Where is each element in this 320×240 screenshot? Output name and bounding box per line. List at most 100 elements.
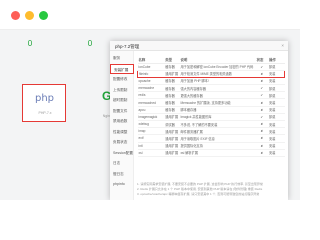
extension-action-link[interactable]: 安装 <box>268 142 285 150</box>
extension-description: 用于检测文件 MIME 类型的相关函数 <box>179 69 256 78</box>
extension-action-link[interactable]: 安装 <box>268 134 285 143</box>
sidebar-item[interactable]: 配置文件 <box>110 106 134 116</box>
sidebar-item[interactable]: 慢日志 <box>110 169 134 179</box>
extension-name: imagemagick <box>137 113 165 122</box>
table-row: imagemagick 通用扩展 Imagick 高性能图形库 ✔ 卸载 <box>137 113 285 122</box>
table-header-row: 名称 类型 说明 状态 操作 <box>137 56 285 64</box>
notes-section: 1. 请按实际需求安装扩展, 不要安装不必要的 PHP 扩展, 这会影响 PHP… <box>137 182 285 197</box>
status-icon: ✘ <box>255 120 268 129</box>
extension-type: 缓存器 <box>164 77 180 86</box>
extension-action-link[interactable]: 卸载 <box>268 63 285 71</box>
extension-description: 不多说, 不了解的不要安装 <box>179 120 256 129</box>
column-header-description: 说明 <box>179 56 256 64</box>
close-icon[interactable]: × <box>281 43 284 48</box>
extension-description: 更强大的缓存器 <box>179 91 256 100</box>
sidebar-item[interactable]: phpinfo <box>110 179 134 189</box>
status-icon: ✔ <box>255 63 268 71</box>
table-row: fileinfo 通用扩展 用于检测文件 MIME 类型的相关函数 ✘ 安装 <box>137 69 285 78</box>
status-icon: ✘ <box>255 149 268 157</box>
status-icon: ✘ <box>255 77 268 86</box>
extension-name: redis <box>137 91 165 100</box>
sidebar-item[interactable]: 服务 <box>110 53 134 63</box>
extension-action-link[interactable]: 安装 <box>268 120 285 129</box>
status-icon: ✔ <box>255 91 268 100</box>
sidebar-item[interactable]: 禁用函数 <box>110 116 134 126</box>
sidebar-item[interactable]: 安装扩展 <box>110 63 134 74</box>
dialog-title: php-7.2管理 <box>110 41 288 51</box>
extension-action-link[interactable]: 卸载 <box>268 84 285 93</box>
extension-type: 通用扩展 <box>164 127 180 136</box>
extension-description: 提供国际化支持 <box>179 142 256 150</box>
sidebar-item[interactable]: 日志 <box>110 158 134 168</box>
table-row: memcache 缓存器 强大的内容缓存器 ✔ 卸载 <box>137 84 285 93</box>
extension-type: 缓存器 <box>164 63 180 71</box>
title-bar <box>0 0 300 30</box>
extension-type: 缓存器 <box>164 106 180 114</box>
status-icon: ✘ <box>255 98 268 107</box>
extension-action-link[interactable]: 安装 <box>268 127 285 136</box>
table-row: memcached 缓存器 Memcache 的扩展版, 支持更多功能 ✘ 安装 <box>137 98 285 107</box>
extension-type: 通用扩展 <box>164 113 180 122</box>
php-logo-icon: php <box>35 93 55 104</box>
extension-description: Imagick 高性能图形库 <box>179 113 256 122</box>
extension-name: opcache <box>137 77 165 86</box>
close-window-button[interactable] <box>11 11 20 20</box>
minimize-window-button[interactable] <box>25 11 34 20</box>
maximize-window-button[interactable] <box>39 11 48 20</box>
extension-description: 强大的内容缓存器 <box>179 84 256 93</box>
status-icon: ✘ <box>255 134 268 143</box>
php-software-card[interactable]: php PHP-7.x <box>22 84 66 122</box>
extension-type: 通用扩展 <box>164 134 180 143</box>
status-icon: ✘ <box>255 142 268 150</box>
extension-name: exif <box>137 134 165 143</box>
extension-description: Memcache 的扩展版, 支持更多功能 <box>179 98 256 107</box>
sidebar-item[interactable]: Session配置 <box>110 148 134 158</box>
note-line: 3. opcache/xcache/apc 等脚本缓存扩展, 请只安装其中 1 … <box>137 192 260 196</box>
table-row: exif 通用扩展 用于读取图片 EXIF 信息 ✘ 安装 <box>137 134 285 143</box>
extension-type: 缓存器 <box>164 84 180 93</box>
table-row: opcache 缓存器 用于加速 PHP 脚本! ✘ 安装 <box>137 77 285 86</box>
extension-action-link[interactable]: 安装 <box>268 77 285 86</box>
extension-description: 用于读取图片 EXIF 信息 <box>179 134 256 143</box>
sidebar-item[interactable]: 性能调整 <box>110 127 134 137</box>
extension-description: xsl 解析扩展 <box>179 149 256 157</box>
column-header-status: 状态 <box>255 56 268 64</box>
sidebar-item[interactable]: 上传限制 <box>110 85 134 95</box>
extension-action-link[interactable]: 安装 <box>268 106 285 114</box>
status-icon: ✘ <box>255 69 268 78</box>
extension-name: xsl <box>137 149 165 157</box>
extension-name: fileinfo <box>137 69 165 78</box>
extension-type: 调试器 <box>164 120 180 129</box>
table-row: ionCube 缓存器 用于加密和解密 ionCube Encoder 加密的 PH… <box>137 63 285 71</box>
sidebar-item[interactable]: 负载状态 <box>110 137 134 147</box>
sidebar-item[interactable]: 配置修改 <box>110 74 134 84</box>
extension-name: memcache <box>137 84 165 93</box>
php-version-label: PHP-7.x <box>38 111 52 115</box>
table-row: imap 通用扩展 邮件服务器扩展 ✘ 安装 <box>137 127 285 136</box>
extension-description: 邮件服务器扩展 <box>179 127 256 136</box>
extension-name: memcached <box>137 98 165 107</box>
php-manage-dialog: php-7.2管理 × 服务 安装扩展 配置修改 上传限制 超时限制 配置文件 禁用函数 性能… <box>110 41 288 200</box>
status-icon: ✘ <box>255 106 268 114</box>
dialog-sidebar: 服务 安装扩展 配置修改 上传限制 超时限制 配置文件 禁用函数 性能调整 负载状态 Sessio… <box>110 51 134 200</box>
extensions-table: 名称 类型 说明 状态 操作 ionCube 缓存器 用于加密和解密 ionCube… <box>137 56 285 157</box>
status-icon: ✘ <box>255 127 268 136</box>
extension-action-link[interactable]: 安装 <box>268 149 285 157</box>
column-header-type: 类型 <box>164 56 180 64</box>
column-header-action: 操作 <box>268 56 285 64</box>
extension-type: 缓存器 <box>164 98 180 107</box>
status-icon: ✔ <box>255 113 268 122</box>
extension-action-link[interactable]: 卸载 <box>268 113 285 122</box>
table-row: intl 通用扩展 提供国际化支持 ✘ 安装 <box>137 142 285 150</box>
extension-name: xdebug <box>137 120 165 129</box>
extension-action-link[interactable]: 安装 <box>268 69 285 78</box>
extension-name: intl <box>137 142 165 150</box>
extension-description: 用于加密和解密 ionCube Encoder 加密的 PHP 代码 <box>179 63 256 71</box>
extension-action-link[interactable]: 卸载 <box>268 91 285 100</box>
table-row: xdebug 调试器 不多说, 不了解的不要安装 ✘ 安装 <box>137 120 285 129</box>
extension-action-link[interactable]: 安装 <box>268 98 285 107</box>
table-row: redis 缓存器 更强大的缓存器 ✔ 卸载 <box>137 91 285 100</box>
extension-name: ionCube <box>137 63 165 71</box>
sidebar-item[interactable]: 超时限制 <box>110 95 134 105</box>
extension-name: imap <box>137 127 165 136</box>
